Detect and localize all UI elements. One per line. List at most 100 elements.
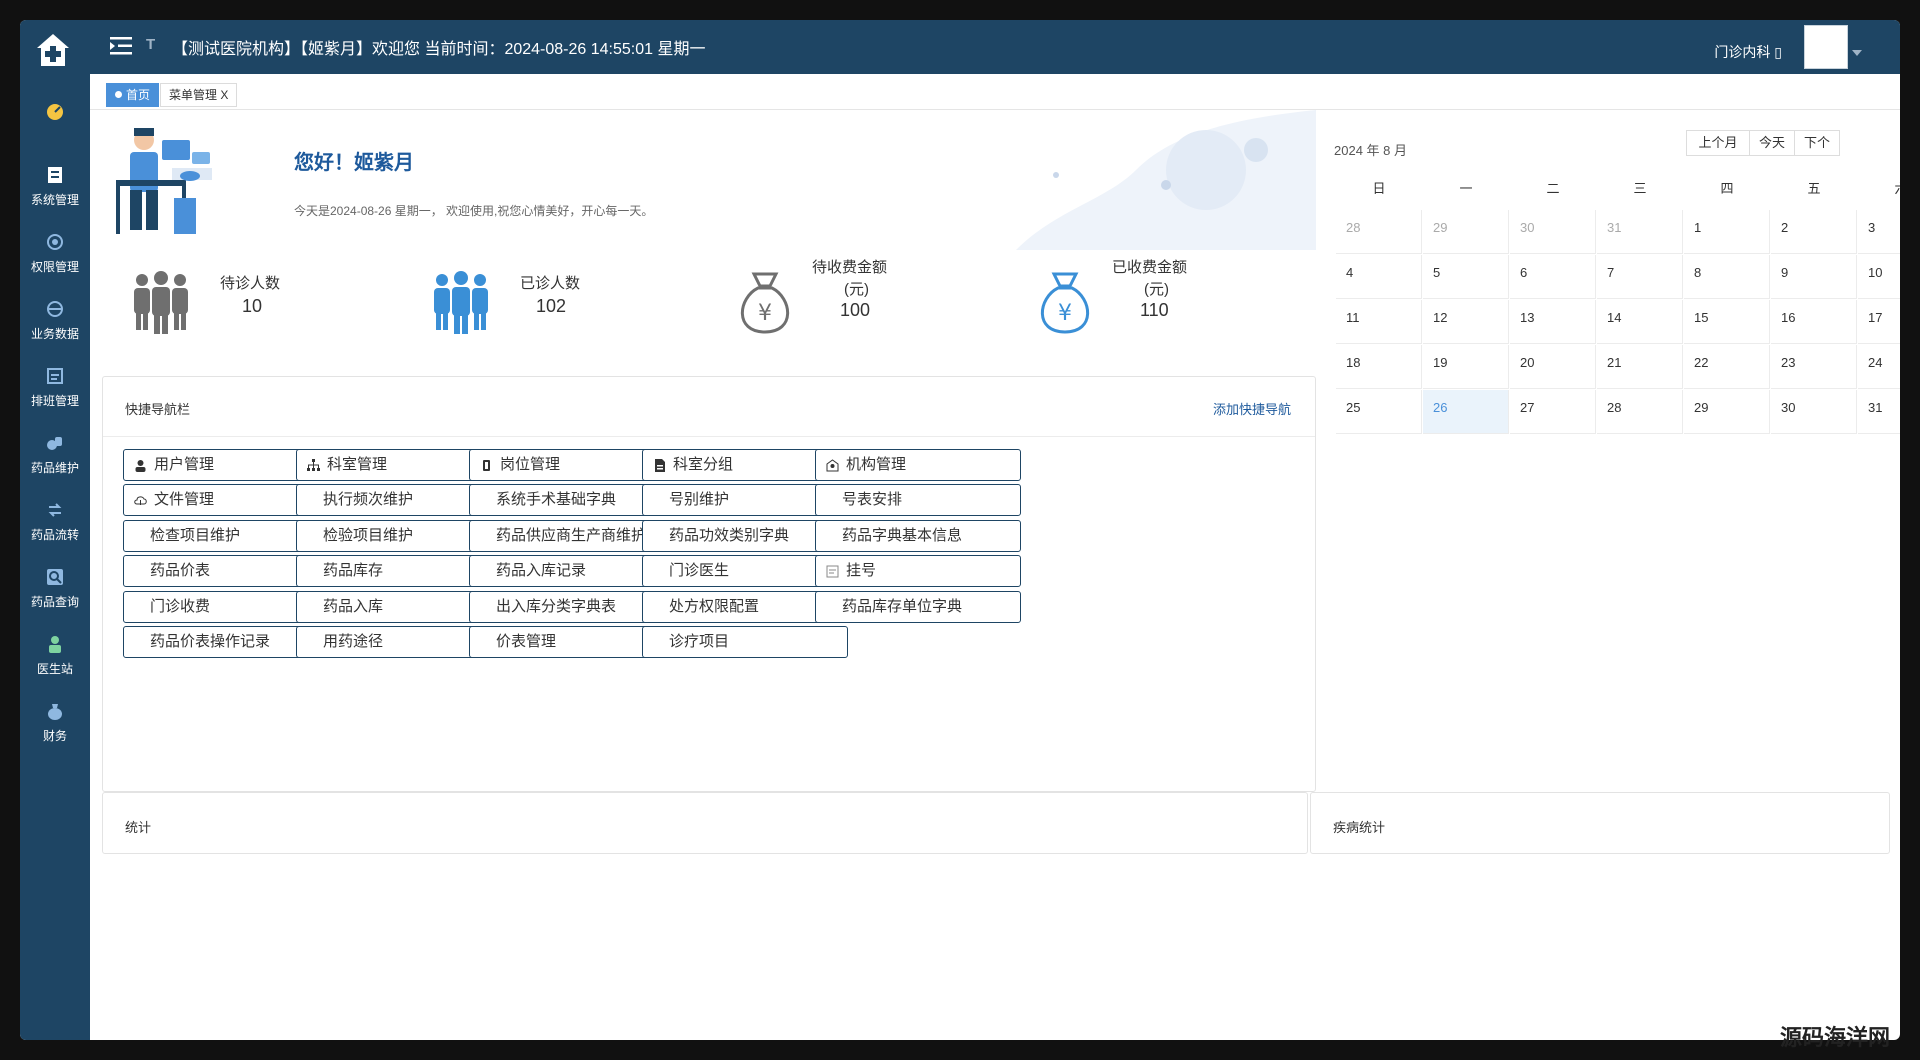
sidebar-item-drug-query[interactable]: 药品查询 [20,567,90,610]
sidebar-item-business-data[interactable]: 业务数据 [20,299,90,342]
menu-toggle-icon[interactable] [108,34,134,58]
sidebar-item-system[interactable]: 系统管理 [20,165,90,208]
calendar-day-cell[interactable]: 30 [1771,390,1857,434]
calendar-day-cell[interactable]: 17 [1858,300,1900,344]
calendar-day-cell[interactable]: 1 [1684,210,1770,254]
calendar-day-cell[interactable]: 11 [1336,300,1422,344]
sidebar-item-drug-flow[interactable]: 药品流转 [20,500,90,543]
calendar-day-cell[interactable]: 23 [1771,345,1857,389]
calendar-day-cell[interactable]: 28 [1336,210,1422,254]
greeting-title: 您好！姬紫月 [294,152,414,174]
tab-label: 菜单管理 X [169,88,229,102]
calendar-day-cell[interactable]: 15 [1684,300,1770,344]
calendar-day-cell[interactable]: 19 [1423,345,1509,389]
calendar-day-cell[interactable]: 21 [1597,345,1683,389]
next-month-button[interactable]: 下个 [1794,130,1840,156]
system-icon [48,167,62,183]
quick-nav-label: 门诊医生 [669,562,730,579]
quick-nav-label: 药品价表 [150,562,211,579]
sidebar-item-label: 药品查询 [30,595,79,609]
calendar-weekday: 日 [1372,181,1386,196]
statistics-title: 统计 [125,820,152,835]
quick-nav-button[interactable]: 药品字典基本信息 [815,520,1021,552]
sidebar-item-dashboard[interactable] [20,100,90,126]
quick-nav-label: 药品供应商生产商维护 [496,527,647,544]
sidebar-item-doctor[interactable]: 医生站 [20,634,90,677]
quick-nav-button[interactable]: 药品库存单位字典 [815,591,1021,623]
calendar-day-cell[interactable]: 31 [1858,390,1900,434]
quick-nav-button[interactable]: 号表安排 [815,484,1021,516]
sidebar-item-label: 药品流转 [30,528,79,542]
quick-nav-button[interactable]: 机构管理 [815,449,1021,481]
dashboard-icon [47,104,63,120]
calendar-day-cell[interactable]: 27 [1510,390,1596,434]
sidebar-item-schedule[interactable]: 排班管理 [20,366,90,409]
calendar-day-cell[interactable]: 5 [1423,255,1509,299]
disease-statistics-panel: 疾病统计 [1310,792,1890,854]
home-logo-icon[interactable] [35,32,71,68]
calendar-day-cell[interactable]: 2 [1771,210,1857,254]
disease-statistics-title: 疾病统计 [1333,820,1386,835]
prev-month-button[interactable]: 上个月 [1686,130,1750,156]
quick-nav-button[interactable]: 诊疗项目 [642,626,848,658]
calendar-day-cell[interactable]: 10 [1858,255,1900,299]
calendar-day-cell[interactable]: 24 [1858,345,1900,389]
calendar-day-cell[interactable]: 7 [1597,255,1683,299]
stat-waiting-patients: 待诊人数 10 [130,256,390,356]
sidebar-item-label: 排班管理 [30,394,79,408]
font-size-icon[interactable]: T [146,36,155,53]
sidebar-item-permission[interactable]: 权限管理 [20,232,90,275]
quick-nav-label: 岗位管理 [500,456,561,473]
calendar-day-cell[interactable]: 18 [1336,345,1422,389]
doctor-icon [49,636,61,653]
calendar-day-cell[interactable]: 3 [1858,210,1900,254]
calendar-day-cell[interactable]: 22 [1684,345,1770,389]
tab-bar: 首页 菜单管理 X [90,74,1900,110]
calendar-day-cell[interactable]: 16 [1771,300,1857,344]
calendar-day-cell[interactable]: 30 [1510,210,1596,254]
calendar-day-cell[interactable]: 26 [1423,390,1509,434]
sidebar-item-drug-maintain[interactable]: 药品维护 [20,433,90,476]
add-quick-nav-link[interactable]: 添加快捷导航 [1213,399,1291,418]
quick-nav-label: 执行频次维护 [323,491,414,508]
quick-nav-label: 科室分组 [673,456,734,473]
sidebar-item-label: 系统管理 [30,193,79,207]
calendar-day-cell[interactable]: 14 [1597,300,1683,344]
calendar-day-cell[interactable]: 28 [1597,390,1683,434]
tab-menu-management[interactable]: 菜单管理 X [160,83,238,107]
calendar-day-cell[interactable]: 20 [1510,345,1596,389]
department-selector[interactable]: 门诊内科 ▯ [1714,42,1782,62]
quick-nav-button[interactable]: 挂号 [815,555,1021,587]
quick-nav-label: 挂号 [846,562,877,579]
calendar-day-cell[interactable]: 29 [1423,210,1509,254]
calendar: 2024 年 8 月 上个月 今天 下个 日一二三四五六282930311234… [1316,110,1900,470]
tab-home[interactable]: 首页 [106,83,160,107]
stat-value: 110 [1140,300,1169,320]
svg-text:¥: ¥ [1058,301,1072,326]
chevron-down-icon[interactable] [1852,50,1862,56]
app-window: 系统管理权限管理业务数据排班管理药品维护药品流转药品查询医生站财务 T 【测试医… [20,20,1900,1040]
welcome-banner: 您好！姬紫月 今天是2024-08-26 星期一， 欢迎使用,祝您心情美好，开心… [102,110,1316,250]
avatar[interactable] [1804,25,1848,69]
top-bar: T 【测试医院机构】【姬紫月】欢迎您 当前时间：2024-08-26 14:55… [90,20,1900,74]
calendar-weekday: 四 [1720,181,1734,196]
sidebar-item-label: 业务数据 [30,327,79,341]
stat-label: 待收费金额 [812,259,888,276]
active-dot-icon [115,91,122,98]
statistics-panel: 统计 [102,792,1308,854]
stat-label: 待诊人数 [220,275,281,292]
calendar-day-cell[interactable]: 31 [1597,210,1683,254]
quick-nav-label: 药品库存 [323,562,384,579]
today-button[interactable]: 今天 [1749,130,1795,156]
calendar-day-cell[interactable]: 12 [1423,300,1509,344]
quick-nav-label: 价表管理 [496,633,557,650]
sidebar-item-finance[interactable]: 财务 [20,701,90,744]
calendar-day-cell[interactable]: 9 [1771,255,1857,299]
calendar-day-cell[interactable]: 8 [1684,255,1770,299]
calendar-day-cell[interactable]: 25 [1336,390,1422,434]
calendar-day-cell[interactable]: 13 [1510,300,1596,344]
calendar-day-cell[interactable]: 29 [1684,390,1770,434]
welcome-time-title: 【测试医院机构】【姬紫月】欢迎您 当前时间：2024-08-26 14:55:0… [172,41,706,58]
calendar-day-cell[interactable]: 4 [1336,255,1422,299]
calendar-day-cell[interactable]: 6 [1510,255,1596,299]
